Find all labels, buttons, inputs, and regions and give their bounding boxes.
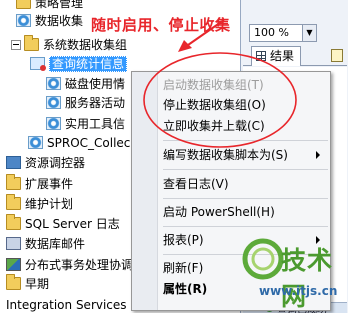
menu-separator [163,226,328,227]
menu-item-start-powershell[interactable]: 启动 PowerShell(H) [163,202,275,222]
results-tab-bar: 结果 [243,46,347,66]
folder-icon [6,214,21,230]
menu-item-stop-collection-set[interactable]: 停止数据收集组(O) [163,95,266,115]
folder-icon [6,174,21,190]
tree-item-policy-management[interactable]: 策略管理 [3,0,83,12]
collection-set-icon [46,117,61,130]
menu-item-collect-and-upload[interactable]: 立即收集并上载(C) [163,116,265,136]
menu-item-properties[interactable]: 属性(R) [163,279,207,299]
menu-item-script-as[interactable]: 编写数据收集脚本为(S) [163,145,328,165]
folder-icon [6,194,21,210]
menu-item-refresh[interactable]: 刷新(F) [163,258,203,278]
tree-item-extended-events[interactable]: 扩展事件 [6,174,73,193]
menu-separator [163,169,328,170]
tree-item-database-mail[interactable]: 数据库邮件 [6,236,85,253]
collection-set-icon [30,57,46,71]
collection-set-icon [28,136,43,149]
dtc-icon [6,258,21,271]
tree-item-data-collection[interactable]: 数据收集 [3,13,83,30]
tree-item-system-collection-sets[interactable]: 系统数据收集组 [11,35,127,54]
folder-icon [6,274,21,290]
policy-folder-icon [16,0,31,9]
watermark: 技术网 www.itjs.cn [235,237,347,311]
messages-tab-icon[interactable] [331,49,343,62]
zoom-select[interactable]: 100 % ▼ [249,24,317,42]
grid-icon [256,51,266,61]
submenu-arrow-icon [316,151,320,159]
chevron-down-icon[interactable]: ▼ [302,25,316,41]
tree-item-dtc[interactable]: 分布式事务处理协调 [6,257,133,274]
tree-item-maintenance-plans[interactable]: 维护计划 [6,194,73,213]
tree-item-disk-usage[interactable]: 磁盘使用情 [46,76,125,93]
data-collection-icon [16,14,31,27]
collapse-toggle-icon[interactable] [11,40,21,50]
tree-item-legacy[interactable]: 早期 [6,274,49,293]
tree-item-query-statistics[interactable]: 查询统计信息 [30,56,128,73]
annotation-text: 随时启用、停止收集 [91,16,231,34]
tree-item-resource-governor[interactable]: 资源调控器 [6,155,85,172]
tab-results[interactable]: 结果 [251,46,302,66]
folder-icon [24,35,39,51]
tree-item-sql-server-logs[interactable]: SQL Server 日志 [6,214,120,233]
menu-separator [163,140,328,141]
tree-item-server-activity[interactable]: 服务器活动 [46,95,125,112]
database-mail-icon [6,237,21,250]
collection-set-icon [46,96,61,109]
collection-set-icon [46,77,61,90]
tree-item-utility-info[interactable]: 实用工具信 [46,116,125,133]
menu-item-view-log[interactable]: 查看日志(V) [163,174,229,194]
watermark-url: www.itjs.cn [259,284,338,298]
menu-icon-strip [132,72,158,310]
tree-item-sproc-collector[interactable]: SPROC_Collec [28,135,130,152]
resource-governor-icon [6,156,21,169]
menu-separator [163,198,328,199]
menu-item-start-collection-set[interactable]: 启动数据收集组(T) [163,75,264,95]
watermark-brand: 技术网 [281,246,334,311]
